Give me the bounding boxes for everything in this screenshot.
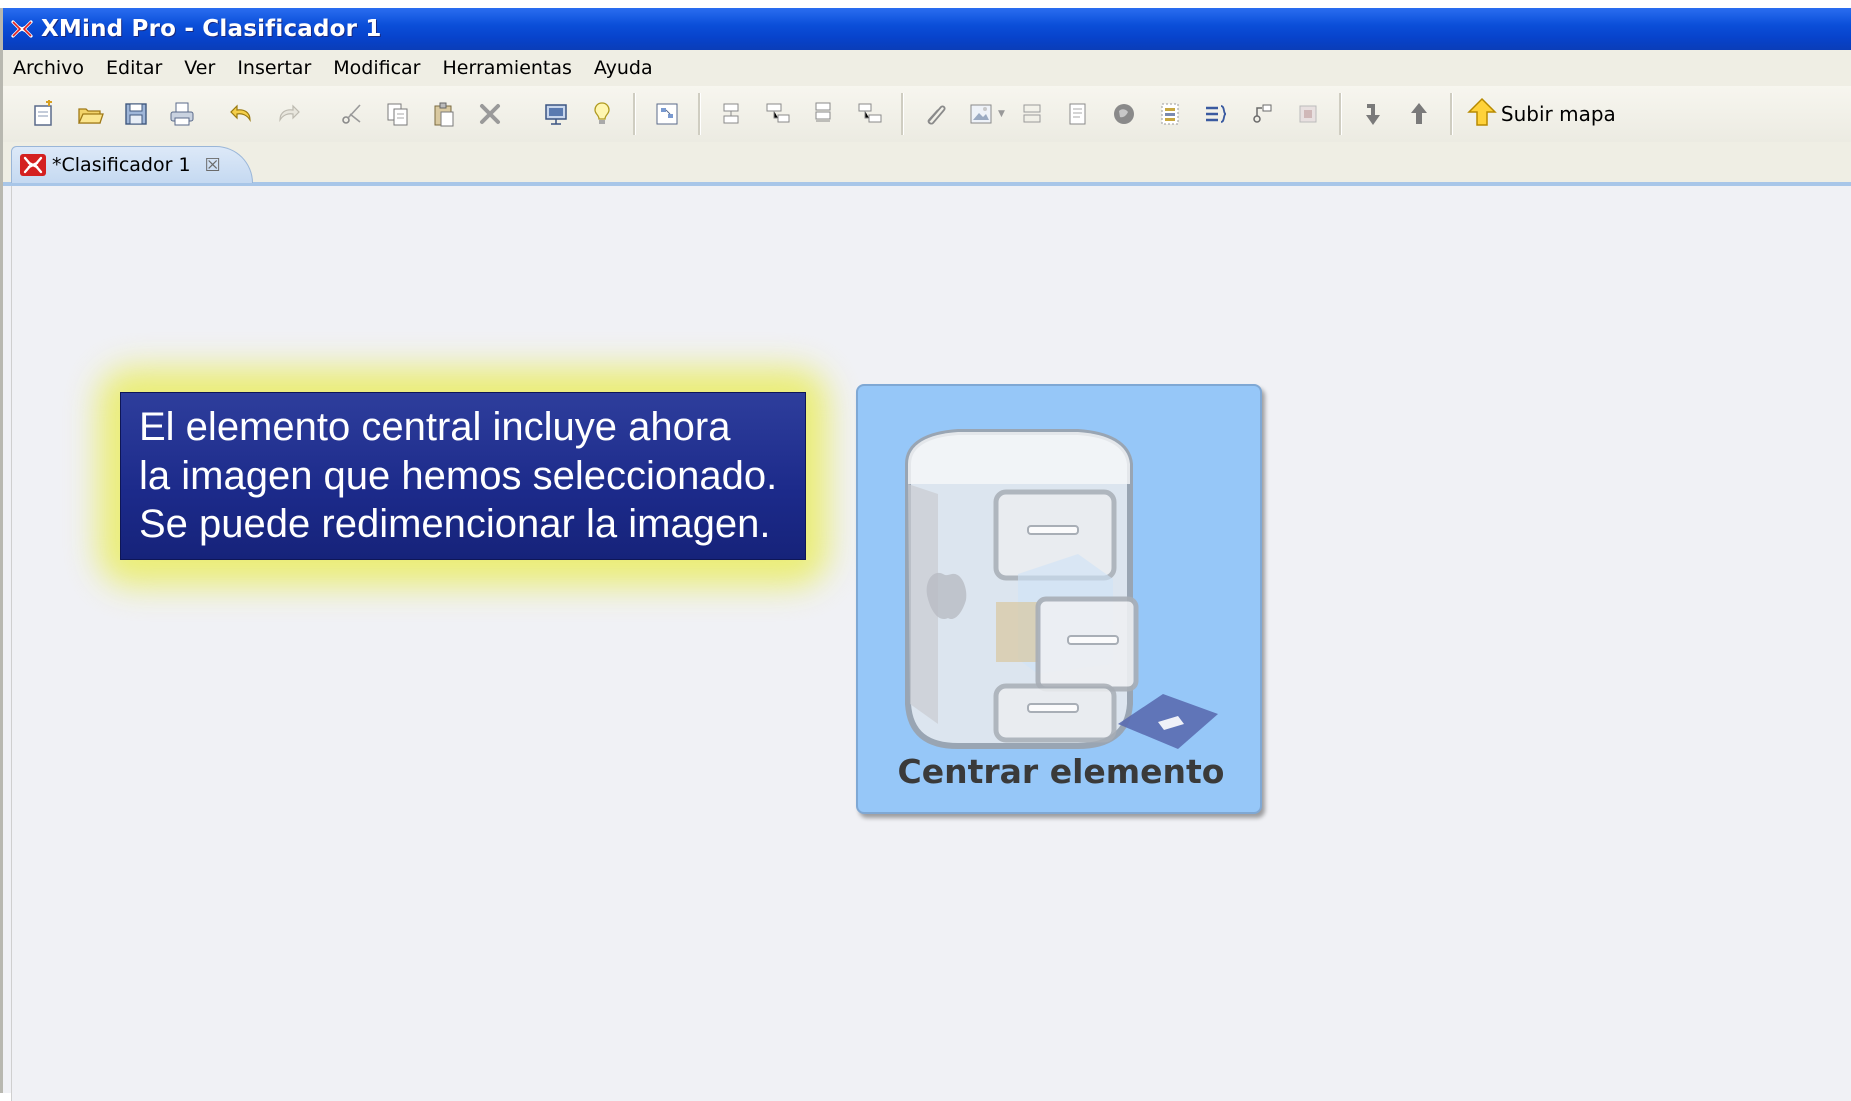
floating-topic-icon[interactable] [854,98,886,130]
menu-ver[interactable]: Ver [173,50,226,86]
save-icon[interactable] [120,98,152,130]
toolbar-separator [1338,93,1342,135]
xmind-logo-icon [20,153,46,177]
menu-modificar[interactable]: Modificar [322,50,431,86]
callout-box: El elemento central incluye ahora la ima… [120,392,806,560]
menu-herramientas[interactable]: Herramientas [432,50,583,86]
image-icon[interactable] [965,98,997,130]
hyperlink-icon[interactable] [919,98,951,130]
topic-icon[interactable] [716,98,748,130]
undo-icon[interactable] [226,98,258,130]
filter-icon[interactable] [1292,98,1324,130]
boundary-icon[interactable] [1016,98,1048,130]
print-icon[interactable] [166,98,198,130]
tab-clasificador-1[interactable]: *Clasificador 1 ☒ [11,146,253,183]
menu-archivo[interactable]: Archivo [3,50,95,86]
relationship-icon[interactable] [1154,98,1186,130]
paste-icon[interactable] [428,98,460,130]
callout-topic-icon[interactable] [808,98,840,130]
toolbar-separator [698,93,701,135]
subir-mapa-button[interactable]: Subir mapa [1467,97,1616,131]
window-title: XMind Pro - Clasificador 1 [41,16,382,42]
menu-ayuda[interactable]: Ayuda [583,50,664,86]
callout-line-3: Se puede redimencionar la imagen. [139,502,771,546]
subtopic-icon[interactable] [762,98,794,130]
label-icon[interactable] [1246,98,1278,130]
subir-mapa-label: Subir mapa [1500,102,1616,126]
open-icon[interactable] [74,98,106,130]
menu-bar: Archivo Editar Ver Insertar Modificar He… [3,50,1851,86]
menu-editar[interactable]: Editar [95,50,173,86]
delete-icon[interactable] [474,98,506,130]
title-bar[interactable]: XMind Pro - Clasificador 1 [3,8,1851,50]
new-icon[interactable] [28,98,60,130]
toolbar-separator [1449,93,1453,135]
copy-icon[interactable] [382,98,414,130]
toolbar-separator [633,93,636,135]
arrow-up-icon [1467,97,1497,131]
brainstorm-icon[interactable] [586,98,618,130]
menu-insertar[interactable]: Insertar [226,50,322,86]
drill-up-icon[interactable] [1403,98,1435,130]
drill-down-icon[interactable] [1357,98,1389,130]
file-cabinet-icon [878,404,1228,756]
redo-icon[interactable] [272,98,304,130]
xmind-logo-icon [9,18,35,40]
tab-label: *Clasificador 1 [52,154,191,176]
central-topic[interactable]: Centrar elemento [856,384,1262,814]
editor-tab-strip: *Clasificador 1 ☒ [3,142,1851,186]
marker-icon[interactable] [1108,98,1140,130]
close-icon[interactable]: ☒ [205,155,221,176]
notes-icon[interactable] [1062,98,1094,130]
image-dropdown-icon[interactable]: ▼ [998,109,1005,119]
summary-icon[interactable] [1200,98,1232,130]
callout-line-2: la imagen que hemos seleccionado. [139,453,778,498]
presentation-icon[interactable] [540,98,572,130]
central-topic-label[interactable]: Centrar elemento [858,752,1264,791]
toolbar-separator [901,93,904,135]
new-sheet-icon[interactable] [651,98,683,130]
cut-icon[interactable] [336,98,368,130]
callout-line-1: El elemento central incluye ahora [139,405,731,449]
toolbar: ▼ Subir mapa [3,86,1851,143]
